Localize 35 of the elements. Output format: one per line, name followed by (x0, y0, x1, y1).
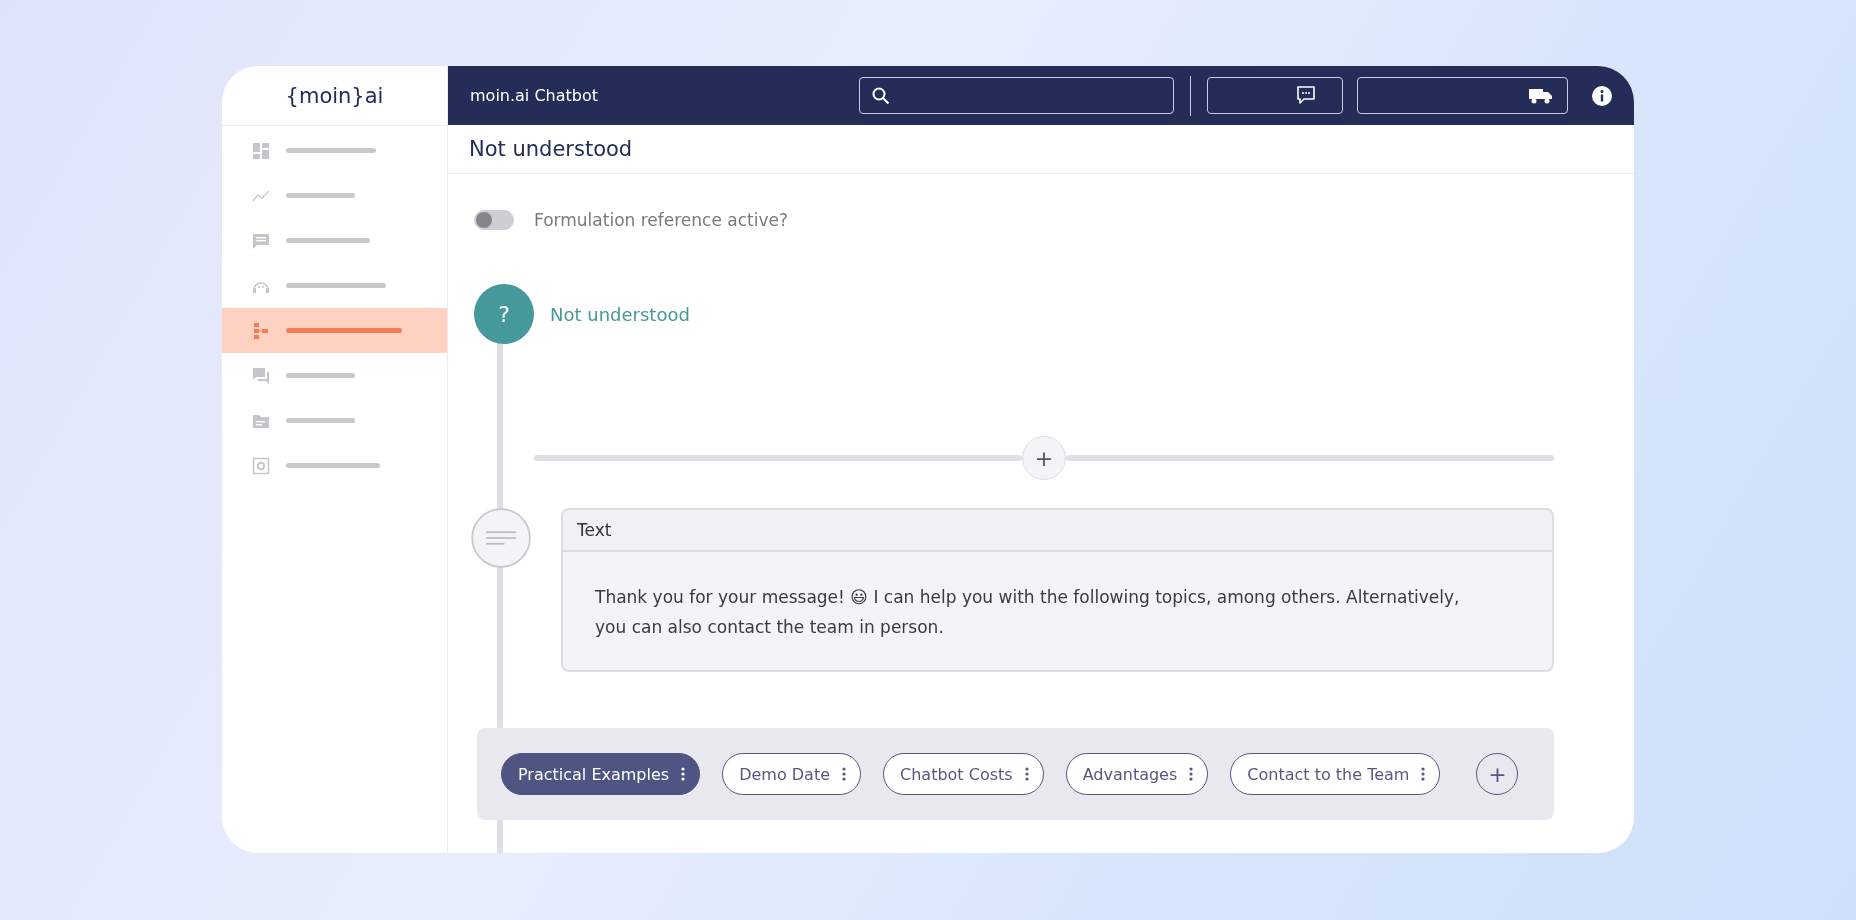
info-icon[interactable] (1592, 85, 1612, 106)
quick-reply-chip[interactable]: Advantages (1065, 753, 1209, 795)
quick-reply-chip[interactable]: Practical Examples (501, 753, 701, 795)
more-icon[interactable] (842, 767, 847, 781)
page-title: Not understood (469, 137, 633, 161)
search-icon (871, 86, 890, 105)
more-icon[interactable] (681, 767, 686, 781)
toggle-switch[interactable] (474, 210, 514, 230)
truck-field[interactable] (1357, 77, 1568, 114)
quick-reply-chip[interactable]: Contact to the Team (1230, 753, 1441, 795)
app-title: moin.ai Chatbot (470, 86, 599, 105)
flow-tree-icon (252, 321, 270, 340)
node-title: Not understood (550, 303, 690, 325)
chats-icon (252, 366, 270, 385)
chat-field[interactable] (1207, 77, 1343, 114)
quick-reply-chip[interactable]: Demo Date (722, 753, 862, 795)
logo: {moin}ai (285, 83, 384, 108)
dashboard-icon (252, 141, 270, 160)
toggle-label: Formulation reference active? (534, 210, 788, 230)
label-placeholder-bar (286, 418, 355, 423)
search-field[interactable] (858, 77, 1174, 114)
text-node-icon (471, 508, 531, 568)
chat-bubble-icon (1296, 86, 1316, 105)
truck-icon (1529, 87, 1553, 104)
more-icon[interactable] (1189, 767, 1194, 781)
more-icon[interactable] (1421, 767, 1426, 781)
card-title: Text (577, 520, 612, 540)
label-placeholder-bar (286, 193, 355, 198)
message-text: Thank you for your message! 😃 I can help you with the following topics, among others. Alternatively, you can also contact the team in person. (595, 586, 1461, 639)
more-icon[interactable] (1024, 767, 1029, 781)
label-placeholder-bar (286, 373, 355, 378)
message-icon (252, 231, 270, 250)
gear-icon (252, 456, 270, 475)
add-button[interactable]: + (1022, 436, 1066, 480)
quick-reply-chip[interactable]: Chatbot Costs (883, 753, 1044, 795)
